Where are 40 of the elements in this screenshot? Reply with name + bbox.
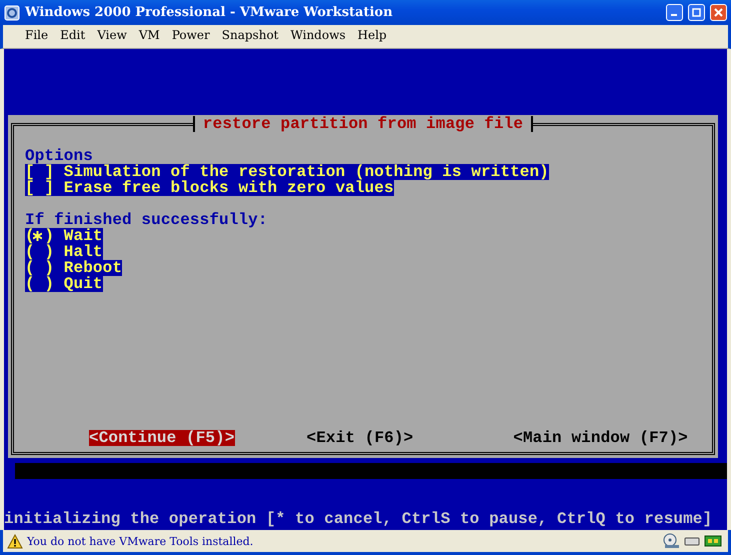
network-icon[interactable] xyxy=(704,534,722,548)
dialog-button[interactable]: <Main window (F7)> xyxy=(513,430,688,446)
radio-button[interactable]: ( ) xyxy=(25,276,54,292)
close-icon xyxy=(714,8,723,17)
radio-option[interactable]: ( ) Halt xyxy=(25,244,103,260)
radio-option[interactable]: ( ) Quit xyxy=(25,276,103,292)
checkbox[interactable]: [ ] xyxy=(25,180,54,196)
radio-option[interactable]: ( ) Wait xyxy=(25,228,103,244)
window-title: Windows 2000 Professional - VMware Workstation xyxy=(25,5,394,20)
app-icon xyxy=(4,4,20,20)
radio-option[interactable]: ( ) Reboot xyxy=(25,260,122,276)
asterisk-icon xyxy=(33,231,42,241)
drive-icon[interactable] xyxy=(684,535,700,547)
menu-item[interactable]: Edit xyxy=(54,28,92,42)
disk-icon[interactable] xyxy=(662,533,680,549)
radio-button[interactable]: ( ) xyxy=(25,228,54,244)
menu-item[interactable]: Help xyxy=(352,28,393,42)
warning-icon xyxy=(7,534,23,548)
status-message: You do not have VMware Tools installed. xyxy=(27,534,254,548)
checkbox-option[interactable]: [ ] Simulation of the restoration (nothing is written) xyxy=(25,164,549,180)
menu-item[interactable]: View xyxy=(91,28,133,42)
radio-button[interactable]: ( ) xyxy=(25,260,54,276)
section-heading: Options xyxy=(25,148,93,164)
maximize-icon xyxy=(692,8,701,17)
menu-item[interactable]: File xyxy=(19,28,54,42)
close-button[interactable] xyxy=(710,4,727,21)
dialog-button[interactable]: <Continue (F5)> xyxy=(89,430,235,446)
menu-item[interactable]: VM xyxy=(132,28,166,42)
menu-item[interactable]: Snapshot xyxy=(216,28,284,42)
menu-item[interactable]: Power xyxy=(166,28,216,42)
minimize-button[interactable] xyxy=(666,4,683,21)
console-status-text: initializing the operation [* to cancel, CtrlS to pause, CtrlQ to resume] xyxy=(4,511,714,527)
checkbox[interactable]: [ ] xyxy=(25,164,54,180)
maximize-button[interactable] xyxy=(688,4,705,21)
section-heading: If finished successfully: xyxy=(25,212,269,228)
dialog-button[interactable]: <Exit (F6)> xyxy=(306,430,414,446)
menu-item[interactable]: Windows xyxy=(284,28,352,42)
radio-button[interactable]: ( ) xyxy=(25,244,54,260)
dialog-title: restore partition from image file xyxy=(192,116,534,132)
checkbox-option[interactable]: [ ] Erase free blocks with zero values xyxy=(25,180,394,196)
